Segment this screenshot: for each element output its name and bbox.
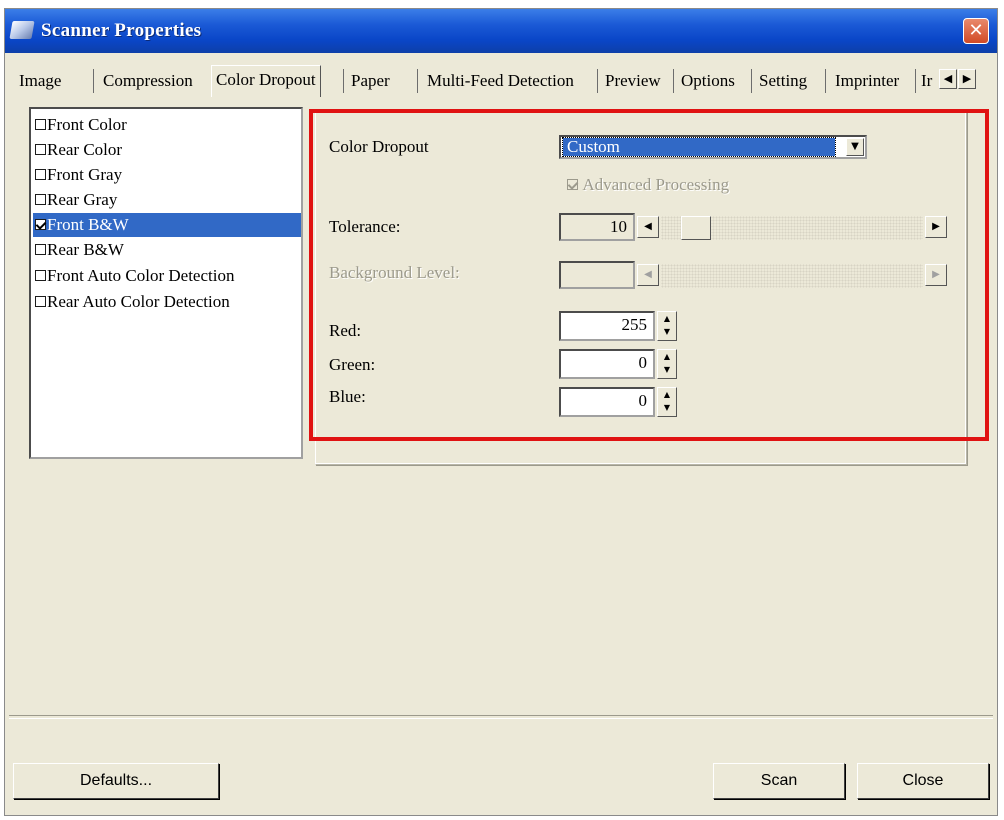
scan-button[interactable]: Scan — [713, 763, 845, 799]
list-item-rear-auto-color-detection[interactable]: Rear Auto Color Detection — [33, 290, 301, 314]
checkbox[interactable] — [35, 169, 46, 181]
defaults-button[interactable]: Defaults... — [13, 763, 219, 799]
list-item-rear-color[interactable]: Rear Color — [33, 138, 301, 162]
arrow-left-icon: ◀ — [644, 221, 652, 232]
scanner-properties-window: Scanner Properties ✕ Image Compression C… — [4, 8, 998, 816]
list-item-label: Front Auto Color Detection — [47, 266, 235, 285]
arrow-right-icon: ▶ — [962, 72, 972, 85]
blue-spinner[interactable]: ▲ ▼ — [657, 387, 677, 417]
color-dropout-label: Color Dropout — [329, 137, 429, 156]
checkbox[interactable] — [35, 119, 46, 131]
scanner-app-icon — [9, 21, 35, 39]
dropdown-button[interactable]: ▼ — [846, 138, 864, 156]
spin-up-icon: ▲ — [663, 314, 671, 323]
tolerance-slider-thumb[interactable] — [681, 216, 711, 240]
image-type-list: Front Color Rear Color Front Gray Rear G… — [29, 107, 303, 459]
tolerance-label: Tolerance: — [329, 217, 401, 236]
tab-imprinter[interactable]: Imprinter — [835, 71, 899, 91]
spin-down-icon: ▼ — [663, 365, 671, 374]
arrow-left-icon: ◀ — [943, 72, 953, 85]
chevron-down-icon: ▼ — [851, 141, 859, 152]
tab-separator — [825, 69, 826, 93]
spin-down-icon: ▼ — [663, 327, 671, 336]
tab-compression[interactable]: Compression — [103, 71, 193, 91]
list-item-label: Rear Color — [47, 140, 123, 159]
checkbox-checked[interactable] — [35, 219, 46, 231]
spin-up-icon: ▲ — [663, 352, 671, 361]
tab-paper[interactable]: Paper — [351, 71, 390, 91]
tab-separator — [343, 69, 344, 93]
checkbox[interactable] — [35, 296, 46, 308]
tab-separator — [597, 69, 598, 93]
list-item-label: Rear B&W — [47, 240, 124, 259]
tab-preview[interactable]: Preview — [605, 71, 661, 91]
tab-scroll-right-button[interactable]: ▶ — [958, 69, 976, 89]
tab-content-color-dropout: Front Color Rear Color Front Gray Rear G… — [13, 97, 989, 717]
bottom-divider — [9, 715, 993, 719]
tab-color-dropout[interactable]: Color Dropout — [211, 65, 321, 97]
tolerance-decrease-button[interactable]: ◀ — [637, 216, 659, 238]
tab-separator — [417, 69, 418, 93]
tab-separator — [751, 69, 752, 93]
tab-separator — [915, 69, 916, 93]
tab-separator — [673, 69, 674, 93]
tab-options[interactable]: Options — [681, 71, 735, 91]
list-item-label: Rear Gray — [47, 190, 118, 209]
color-dropout-value: Custom — [562, 137, 836, 157]
close-icon: ✕ — [968, 20, 984, 41]
tab-scroll-left-button[interactable]: ◀ — [939, 69, 957, 89]
list-item-rear-gray[interactable]: Rear Gray — [33, 188, 301, 212]
checkbox[interactable] — [35, 244, 46, 256]
checkbox[interactable] — [35, 270, 46, 282]
list-item-label: Front B&W — [47, 215, 129, 234]
spin-down-icon: ▼ — [663, 403, 671, 412]
red-input[interactable]: 255 — [559, 311, 655, 341]
tolerance-increase-button[interactable]: ▶ — [925, 216, 947, 238]
green-label: Green: — [329, 355, 376, 374]
close-window-button[interactable]: ✕ — [963, 18, 989, 44]
list-item-label: Rear Auto Color Detection — [47, 292, 230, 311]
title-bar[interactable]: Scanner Properties ✕ — [5, 9, 997, 53]
arrow-left-icon: ◀ — [644, 269, 652, 280]
spin-up-icon: ▲ — [663, 390, 671, 399]
color-dropout-select[interactable]: Custom ▼ — [559, 135, 867, 159]
checkbox[interactable] — [35, 144, 46, 156]
list-item-rear-bw[interactable]: Rear B&W — [33, 238, 301, 262]
tab-setting[interactable]: Setting — [759, 71, 807, 91]
checkbox[interactable] — [35, 194, 46, 206]
tolerance-value: 10 — [559, 213, 635, 241]
background-level-label: Background Level: — [329, 263, 460, 282]
tab-bar: Image Compression Color Dropout Paper Mu… — [13, 65, 989, 97]
red-spinner[interactable]: ▲ ▼ — [657, 311, 677, 341]
arrow-right-icon: ▶ — [932, 269, 940, 280]
green-input[interactable]: 0 — [559, 349, 655, 379]
background-level-value — [559, 261, 635, 289]
tab-image[interactable]: Image — [19, 71, 61, 91]
green-spinner[interactable]: ▲ ▼ — [657, 349, 677, 379]
red-label: Red: — [329, 321, 362, 340]
list-item-front-bw[interactable]: Front B&W — [33, 213, 301, 237]
advanced-processing-checkbox: Advanced Processing — [565, 175, 729, 195]
checkbox-checked — [567, 179, 578, 191]
list-item-front-auto-color-detection[interactable]: Front Auto Color Detection — [33, 264, 301, 288]
background-level-increase-button: ▶ — [925, 264, 947, 286]
list-item-front-color[interactable]: Front Color — [33, 113, 301, 137]
tab-multi-feed-detection[interactable]: Multi-Feed Detection — [427, 71, 574, 91]
close-button[interactable]: Close — [857, 763, 989, 799]
window-title: Scanner Properties — [41, 20, 202, 41]
blue-input[interactable]: 0 — [559, 387, 655, 417]
background-level-slider-track — [661, 264, 923, 288]
list-item-front-gray[interactable]: Front Gray — [33, 163, 301, 187]
list-item-label: Front Color — [47, 115, 127, 134]
tab-separator — [93, 69, 94, 93]
advanced-processing-label: Advanced Processing — [582, 175, 730, 194]
tab-truncated[interactable]: Ir — [921, 71, 937, 91]
background-level-decrease-button: ◀ — [637, 264, 659, 286]
list-item-label: Front Gray — [47, 165, 123, 184]
arrow-right-icon: ▶ — [932, 221, 940, 232]
blue-label: Blue: — [329, 387, 366, 406]
